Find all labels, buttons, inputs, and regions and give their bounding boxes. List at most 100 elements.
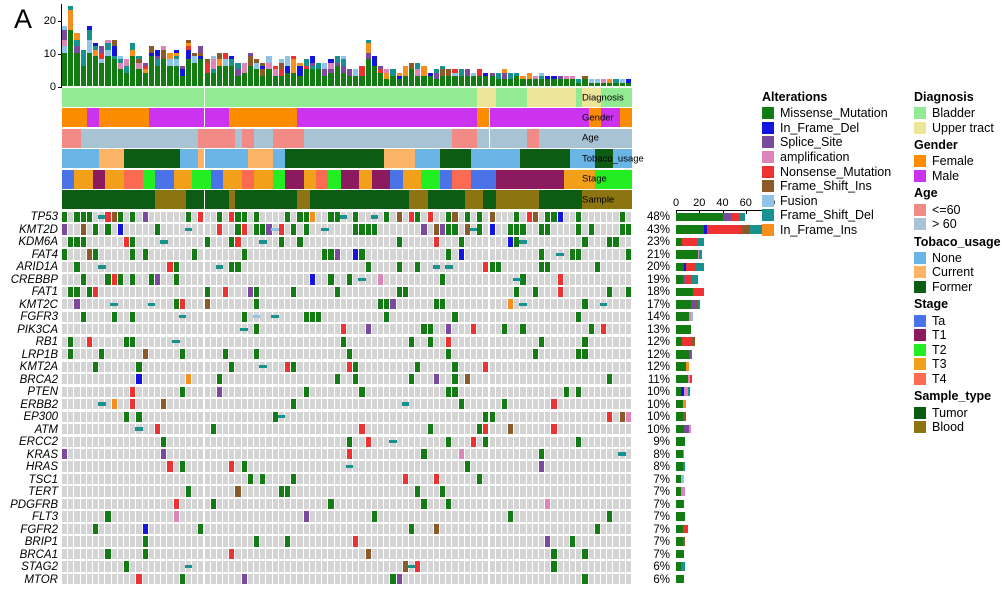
oncoprint-cell <box>316 411 322 422</box>
oncoprint-cell <box>148 498 154 510</box>
legend-swatch-icon <box>914 266 926 279</box>
oncoprint-cell <box>167 573 173 585</box>
oncoprint-alteration <box>452 211 458 223</box>
oncoprint-cell <box>489 523 495 535</box>
legend-item[interactable]: > 60 <box>914 217 1001 232</box>
oncoprint-cell <box>328 236 334 248</box>
oncoprint-cell <box>390 236 396 248</box>
legend-item[interactable]: In_Frame_Ins <box>762 223 891 238</box>
top-barplot-bar <box>316 62 322 86</box>
oncoprint-cell <box>272 324 278 335</box>
oncoprint-cell <box>607 561 613 572</box>
oncoprint-cell <box>446 236 452 248</box>
oncoprint-alteration <box>328 498 334 510</box>
top-barplot-bar <box>62 26 68 86</box>
gene-barplot-segment <box>682 462 686 471</box>
legend-item[interactable]: Bladder <box>914 106 1001 121</box>
oncoprint-alteration <box>328 211 334 223</box>
oncoprint-alteration <box>415 561 421 572</box>
legend-item[interactable]: amplification <box>762 150 891 165</box>
oncoprint-cell <box>514 486 520 497</box>
oncoprint-cell <box>402 299 408 310</box>
gene-barplot-segment <box>693 287 703 297</box>
legend-item[interactable]: Missense_Mutation <box>762 106 891 121</box>
oncoprint-cell <box>185 548 192 560</box>
oncoprint-alteration <box>303 511 309 522</box>
annotation-cell <box>452 169 471 189</box>
oncoprint-cell <box>173 461 179 472</box>
oncoprint-cell <box>371 486 377 497</box>
top-barplot-bar <box>68 6 74 86</box>
legend-item[interactable]: Frame_Shift_Ins <box>762 179 891 194</box>
legend-item[interactable]: Fusion <box>762 194 891 209</box>
oncoprint-cell <box>570 523 576 535</box>
gene-barplot-row <box>676 298 776 310</box>
legend-item[interactable]: Current <box>914 265 1001 280</box>
oncoprint-alteration <box>594 261 600 273</box>
oncoprint-alteration <box>123 336 130 347</box>
oncoprint-cell <box>613 473 619 485</box>
annotation-cell <box>495 169 515 189</box>
top-barplot-bar <box>285 56 291 86</box>
annotation-cell <box>80 128 112 148</box>
oncoprint-cell <box>588 536 594 547</box>
oncoprint-cell <box>433 573 439 585</box>
oncoprint-cell <box>260 536 266 547</box>
oncoprint-alteration <box>252 315 261 319</box>
legend-item[interactable]: In_Frame_Del <box>762 121 891 136</box>
annotation-cell <box>173 88 199 107</box>
legend-item[interactable]: Blood <box>914 420 1001 435</box>
oncoprint-cell <box>142 386 148 397</box>
oncoprint-cell <box>285 311 291 322</box>
legend-item[interactable]: T1 <box>914 328 1001 343</box>
oncoprint-cell <box>501 573 508 585</box>
annotation-cell <box>489 128 502 148</box>
legend-item[interactable]: Upper tract <box>914 121 1001 136</box>
legend-item[interactable]: Tumor <box>914 405 1001 420</box>
oncoprint-cell <box>421 486 427 497</box>
oncoprint-alteration <box>421 498 427 510</box>
oncoprint-alteration <box>452 386 458 397</box>
oncoprint-gene-row <box>62 423 632 435</box>
oncoprint-cell <box>377 211 384 223</box>
oncoprint-cell <box>433 211 439 223</box>
legend-item[interactable]: Female <box>914 154 1001 169</box>
legend-item[interactable]: None <box>914 251 1001 266</box>
gene-barplot-row <box>676 223 776 235</box>
oncoprint-alteration <box>519 240 527 244</box>
oncoprint-alteration <box>254 211 260 223</box>
oncoprint-cell <box>316 498 322 510</box>
oncoprint-alteration <box>136 411 142 422</box>
legend-item[interactable]: T3 <box>914 357 1001 372</box>
oncoprint-cell <box>601 361 607 372</box>
oncoprint-gene-row <box>62 436 632 448</box>
legend-item[interactable]: <=60 <box>914 202 1001 217</box>
oncoprint-cell <box>92 498 99 510</box>
oncoprint-cell <box>322 311 328 322</box>
top-barplot-bar <box>198 46 204 86</box>
legend-item[interactable]: Male <box>914 169 1001 184</box>
oncoprint-cell <box>192 473 198 485</box>
legend-item[interactable]: Frame_Shift_Del <box>762 208 891 223</box>
legend-item[interactable]: T2 <box>914 343 1001 358</box>
oncoprint-cell <box>359 349 365 360</box>
oncoprint-cell <box>613 498 619 510</box>
annotation-cell <box>359 169 372 189</box>
oncoprint-cell <box>136 249 142 260</box>
oncoprint-cell <box>309 361 315 372</box>
oncoprint-cell <box>192 274 198 285</box>
oncoprint-cell <box>173 286 179 297</box>
legend-item[interactable]: Splice_Site <box>762 135 891 150</box>
oncoprint-cell <box>532 449 539 460</box>
legend-item[interactable]: Ta <box>914 313 1001 328</box>
oncoprint-alteration <box>303 386 309 397</box>
legend-item[interactable]: Former <box>914 280 1001 295</box>
legend-item[interactable]: T4 <box>914 372 1001 387</box>
oncoprint-alteration <box>359 224 365 235</box>
legend-item[interactable]: Nonsense_Mutation <box>762 164 891 179</box>
oncoprint-cell <box>489 561 495 572</box>
oncoprint-cell <box>260 523 266 535</box>
oncoprint-cell <box>142 336 148 347</box>
oncoprint-cell <box>142 374 148 385</box>
oncoprint-cell <box>390 274 396 285</box>
